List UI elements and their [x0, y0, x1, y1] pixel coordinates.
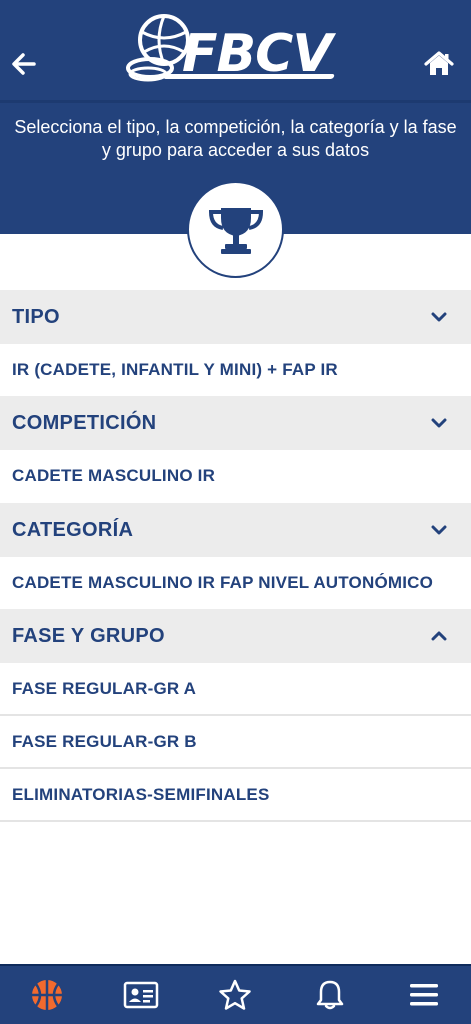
list-item-categoria-selected[interactable]: CADETE MASCULINO IR FAP NIVEL AUTONÓMICO: [0, 557, 471, 609]
bottom-navigation: [0, 964, 471, 1024]
chevron-down-icon: [431, 525, 447, 535]
trophy-icon: [208, 207, 263, 254]
chevron-down-icon: [431, 418, 447, 428]
id-card-icon: [124, 981, 159, 1009]
back-button[interactable]: [8, 48, 40, 80]
section-title: FASE Y GRUPO: [12, 624, 165, 647]
chevron-up-icon: [431, 631, 447, 641]
section-title: CATEGORÍA: [12, 518, 134, 541]
section-tipo-header[interactable]: TIPO: [0, 290, 471, 344]
basketball-icon: [32, 980, 63, 1010]
list-item-label: FASE REGULAR-GR B: [12, 732, 197, 751]
list-item-fase-grupo[interactable]: FASE REGULAR-GR A: [0, 663, 471, 715]
list-item-label: CADETE MASCULINO IR: [12, 466, 216, 485]
list-divider: [0, 820, 471, 822]
header-divider: [0, 100, 471, 103]
menu-icon: [409, 984, 438, 1006]
section-title: TIPO: [12, 305, 60, 328]
star-icon: [219, 979, 252, 1010]
list-item-fase-grupo[interactable]: ELIMINATORIAS-SEMIFINALES: [0, 769, 471, 821]
nav-id-card[interactable]: [111, 966, 171, 1024]
list-item-fase-grupo[interactable]: FASE REGULAR-GR B: [0, 716, 471, 768]
nav-favorites[interactable]: [205, 966, 265, 1024]
logo-underline: [163, 74, 335, 79]
home-icon: [424, 51, 454, 75]
trophy-badge: [187, 181, 284, 278]
list-item-tipo-selected[interactable]: IR (CADETE, INFANTIL Y MINI) + FAP IR: [0, 344, 471, 396]
arrow-left-icon: [12, 53, 36, 75]
nav-menu[interactable]: [394, 966, 454, 1024]
section-categoria-header[interactable]: CATEGORÍA: [0, 503, 471, 557]
section-fase-grupo-header[interactable]: FASE Y GRUPO: [0, 609, 471, 663]
logo-text: FBCV: [182, 24, 333, 84]
chevron-down-icon: [431, 312, 447, 322]
section-competicion-header[interactable]: COMPETICIÓN: [0, 396, 471, 450]
home-button[interactable]: [423, 48, 455, 80]
list-item-competicion-selected[interactable]: CADETE MASCULINO IR: [0, 450, 471, 502]
list-item-label: IR (CADETE, INFANTIL Y MINI) + FAP IR: [12, 360, 338, 379]
fbcv-logo: FBCV: [124, 10, 348, 86]
nav-notifications[interactable]: [300, 966, 360, 1024]
section-title: COMPETICIÓN: [12, 411, 157, 434]
page-subtitle: Selecciona el tipo, la competición, la c…: [14, 117, 457, 160]
list-item-label: ELIMINATORIAS-SEMIFINALES: [12, 785, 270, 804]
list-item-label: FASE REGULAR-GR A: [12, 679, 197, 698]
bell-icon: [316, 980, 343, 1010]
nav-basketball[interactable]: [17, 966, 77, 1024]
list-item-label: CADETE MASCULINO IR FAP NIVEL AUTONÓMICO: [12, 573, 434, 592]
